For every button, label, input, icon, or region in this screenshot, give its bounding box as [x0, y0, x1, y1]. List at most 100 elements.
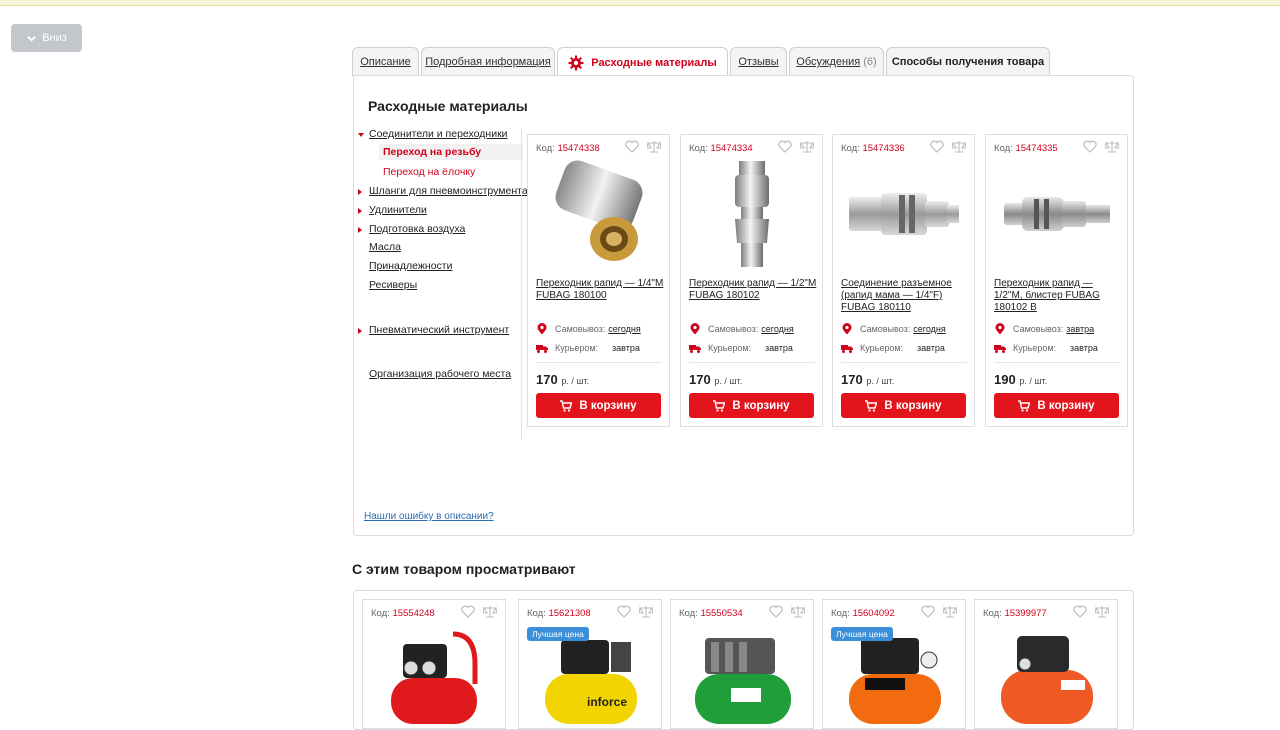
tab-label: Способы получения товара: [891, 56, 1045, 68]
product-image: [735, 161, 769, 267]
tab-reviews[interactable]: Отзывы: [730, 47, 787, 76]
truck-icon: [841, 345, 853, 353]
product-price: 170 р. / шт.: [536, 372, 589, 387]
pickup-value[interactable]: сегодня: [913, 324, 946, 334]
product-card[interactable]: Код: 15474335 Переходник рапид — 1/2"M, …: [985, 134, 1128, 427]
courier-info: Курьером: завтра: [994, 342, 1098, 354]
price-unit: р. / шт.: [1019, 376, 1048, 386]
best-price-badge: Лучшая цена: [831, 627, 893, 641]
category-item[interactable]: Удлинители: [358, 204, 427, 216]
compare-scales-icon[interactable]: [943, 605, 957, 618]
tab-label: Описание: [360, 56, 411, 68]
product-name-link[interactable]: Переходник рапид — 1/4"M FUBAG 180100: [536, 278, 664, 302]
heart-icon[interactable]: [921, 605, 935, 618]
compare-scales-icon[interactable]: [483, 605, 497, 618]
heart-icon[interactable]: [930, 140, 944, 153]
tab-label: Обсуждения: [796, 56, 861, 68]
chevron-down-icon: [27, 35, 37, 42]
add-to-cart-button[interactable]: В корзину: [536, 393, 661, 418]
pickup-info: Самовывоз: завтра: [994, 323, 1094, 335]
consumables-panel: Расходные материалы Соединители и перехо…: [353, 75, 1134, 536]
courier-label: Курьером:: [860, 343, 904, 353]
report-error-link[interactable]: Нашли ошибку в описании?: [364, 511, 494, 522]
location-pin-icon: [995, 323, 1005, 335]
expand-triangle-icon: [358, 133, 364, 137]
category-label: Принадлежности: [369, 260, 453, 272]
product-code: Код: 15621308: [527, 608, 591, 619]
code-label: Код:: [689, 143, 708, 154]
category-item[interactable]: Пневматический инструмент: [358, 324, 509, 336]
heart-icon[interactable]: [1083, 140, 1097, 153]
product-name-link[interactable]: Переходник рапид — 1/2"M FUBAG 180102: [689, 278, 817, 302]
category-label: Пневматический инструмент: [369, 324, 510, 336]
courier-value: завтра: [765, 343, 793, 353]
add-to-cart-button[interactable]: В корзину: [689, 393, 814, 418]
pickup-value[interactable]: сегодня: [761, 324, 794, 334]
category-item[interactable]: Масла: [358, 241, 401, 253]
compare-scales-icon[interactable]: [639, 605, 653, 618]
pickup-label: Самовывоз:: [708, 324, 759, 334]
category-item[interactable]: Соединители и переходники: [358, 128, 508, 140]
category-label: Шланги для пневмоинструмента: [369, 185, 528, 197]
pickup-info: Самовывоз: сегодня: [689, 323, 794, 335]
tab-consumables[interactable]: Расходные материалы: [557, 47, 728, 77]
product-name-link[interactable]: Соединение разъемное (рапид мама — 1/4"F…: [841, 278, 969, 314]
code-value: 15399977: [1004, 608, 1047, 619]
collapse-triangle-icon: [358, 328, 362, 334]
product-name-link[interactable]: Переходник рапид — 1/2"M, блистер FUBAG …: [994, 278, 1122, 314]
courier-info: Курьером: завтра: [841, 342, 945, 354]
code-value: 15550534: [700, 608, 743, 619]
product-card[interactable]: Код: 15474336 Соединение разъемное (рапи…: [832, 134, 975, 427]
heart-icon[interactable]: [625, 140, 639, 153]
subcategory-item-selected[interactable]: Переход на резьбу: [379, 144, 523, 160]
category-item[interactable]: Организация рабочего места: [358, 368, 511, 380]
category-item[interactable]: Принадлежности: [358, 260, 452, 272]
subcategory-item[interactable]: Переход на ёлочку: [383, 166, 475, 178]
heart-icon[interactable]: [461, 605, 475, 618]
heart-icon[interactable]: [1073, 605, 1087, 618]
location-pin-icon: [842, 323, 852, 335]
category-label: Ресиверы: [369, 279, 418, 291]
price-value: 170: [689, 372, 711, 387]
compare-scales-icon[interactable]: [1095, 605, 1109, 618]
category-item[interactable]: Ресиверы: [358, 279, 417, 291]
divider: [994, 362, 1120, 363]
cart-label: В корзину: [732, 399, 790, 412]
truck-icon: [536, 345, 548, 353]
divider: [689, 362, 815, 363]
also-viewed-card[interactable]: Код: 15399977: [974, 599, 1118, 729]
heart-icon[interactable]: [617, 605, 631, 618]
product-card[interactable]: Код: 15474334 Переходник рапид — 1/2"M F…: [680, 134, 823, 427]
location-pin-icon: [537, 323, 547, 335]
also-viewed-card[interactable]: Код: 15554248: [362, 599, 506, 729]
cart-label: В корзину: [579, 399, 637, 412]
product-card[interactable]: Код: 15474338 Переходник рапид — 1/4"M F…: [527, 134, 670, 427]
compare-scales-icon[interactable]: [952, 140, 966, 153]
also-viewed-card[interactable]: Код: 15604092 Лучшая цена: [822, 599, 966, 729]
add-to-cart-button[interactable]: В корзину: [994, 393, 1119, 418]
tab-details[interactable]: Подробная информация: [421, 47, 555, 76]
price-value: 170: [841, 372, 863, 387]
scroll-down-button[interactable]: Вниз: [11, 24, 82, 52]
pickup-value[interactable]: сегодня: [608, 324, 641, 334]
heart-icon[interactable]: [778, 140, 792, 153]
compare-scales-icon[interactable]: [800, 140, 814, 153]
tab-discussions[interactable]: Обсуждения (6): [789, 47, 884, 76]
category-item[interactable]: Подготовка воздуха: [358, 223, 465, 235]
add-to-cart-button[interactable]: В корзину: [841, 393, 966, 418]
pickup-value[interactable]: завтра: [1066, 324, 1094, 334]
compare-scales-icon[interactable]: [1105, 140, 1119, 153]
heart-icon[interactable]: [769, 605, 783, 618]
tab-description[interactable]: Описание: [352, 47, 419, 76]
category-item[interactable]: Шланги для пневмоинструмента: [358, 185, 528, 197]
cart-icon: [865, 399, 878, 412]
tab-delivery-methods[interactable]: Способы получения товара: [886, 47, 1050, 76]
compare-scales-icon[interactable]: [647, 140, 661, 153]
also-viewed-card[interactable]: Код: 15621308 inforce Лучшая цена: [518, 599, 662, 729]
product-code: Код: 15554248: [371, 608, 435, 619]
also-viewed-card[interactable]: Код: 15550534: [670, 599, 814, 729]
compare-scales-icon[interactable]: [791, 605, 805, 618]
courier-value: завтра: [917, 343, 945, 353]
collapse-triangle-icon: [358, 208, 362, 214]
courier-info: Курьером: завтра: [536, 342, 640, 354]
